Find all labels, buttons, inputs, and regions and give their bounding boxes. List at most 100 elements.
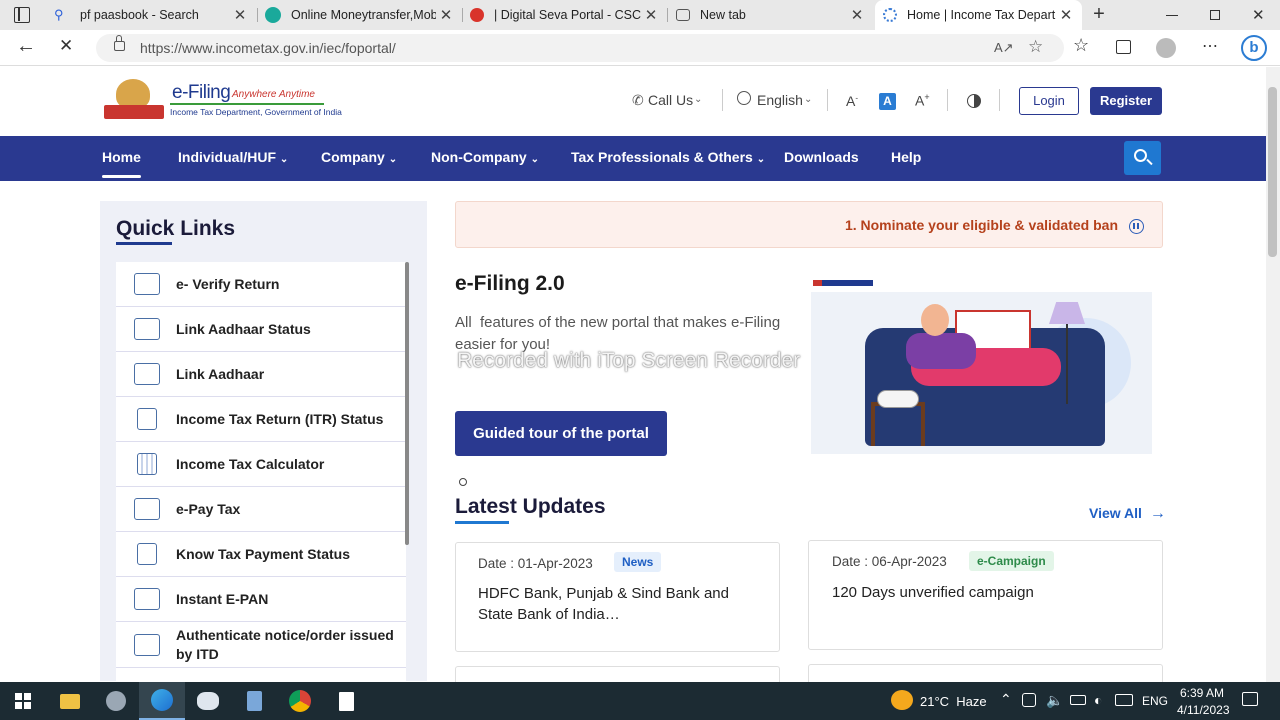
language-selector[interactable]: English [757,92,803,108]
browser-tab[interactable]: Online Moneytransfer,Mobile ✕ [257,0,462,30]
tab-actions-icon[interactable] [14,7,30,23]
calculator-icon[interactable] [231,682,277,720]
browser-tab[interactable]: New tab ✕ [668,0,873,30]
weather-icon[interactable] [891,690,913,710]
increase-font-icon[interactable]: A+ [915,92,930,109]
logo-subtitle: Income Tax Department, Government of Ind… [170,107,342,117]
hero-illustration [811,278,1152,454]
minimize-icon[interactable] [1166,15,1178,16]
battery-icon[interactable] [1070,695,1086,705]
windows-start-icon[interactable] [0,682,46,720]
search-button[interactable] [1124,141,1161,175]
bing-chat-icon[interactable]: b [1241,35,1267,61]
quick-link-label: Income Tax Return (ITR) Status [176,410,384,427]
close-tab-icon[interactable]: ✕ [436,6,456,24]
clock-time[interactable]: 6:39 AM [1180,686,1224,700]
decrease-font-icon[interactable]: A- [846,93,858,109]
ticker-text[interactable]: 1. Nominate your eligible & validated ba… [845,217,1118,233]
new-tab-button[interactable]: + [1090,4,1108,26]
nav-non-company[interactable]: Non-Company ⌄ [431,136,539,181]
update-card[interactable]: Date : 06-Apr-2023 e-Campaign 120 Days u… [808,540,1163,650]
quick-links-title: Quick Links [116,217,236,240]
normal-font-icon[interactable]: A [879,93,896,110]
quick-link-partial[interactable] [116,668,406,681]
collections-icon[interactable] [1116,40,1131,54]
close-tab-icon[interactable]: ✕ [1056,6,1076,24]
e-verify-icon [134,273,160,295]
update-card[interactable]: Date : 01-Apr-2023 News HDFC Bank, Punja… [455,542,780,652]
loading-icon [883,8,897,22]
page-scrollbar[interactable] [1266,67,1280,682]
call-us-link[interactable]: Call Us [648,92,693,108]
nav-home[interactable]: Home [102,136,141,181]
nav-individual-huf[interactable]: Individual/HUF ⌄ [178,136,288,181]
stop-loading-icon[interactable]: ✕ [59,36,73,56]
notepad-icon[interactable] [323,682,369,720]
chrome-icon[interactable] [277,682,323,720]
more-options-icon[interactable]: ⋯ [1202,36,1219,56]
browser-tab-active[interactable]: Home | Income Tax Departme ✕ [875,0,1082,30]
pan-card-icon [134,588,160,610]
network-icon[interactable] [1022,693,1036,707]
pause-icon[interactable] [1129,219,1144,234]
browser-tab[interactable]: ⚲ pf paasbook - Search ✕ [46,0,256,30]
quick-links-scrollbar[interactable] [405,262,409,545]
edge-browser-icon[interactable] [139,682,185,720]
quick-link-itr-status[interactable]: Income Tax Return (ITR) Status [116,397,406,442]
close-tab-icon[interactable]: ✕ [847,6,867,24]
back-arrow-icon[interactable]: ← [16,35,36,58]
nav-downloads[interactable]: Downloads [784,136,859,181]
notification-icon[interactable] [1242,692,1258,706]
nav-tax-professionals[interactable]: Tax Professionals & Others ⌄ [571,136,765,181]
quick-link-label: Authenticate notice/order issued by ITD [176,626,394,662]
quick-link-aadhaar[interactable]: Link Aadhaar [116,352,406,397]
register-button[interactable]: Register [1090,87,1162,115]
language-indicator[interactable]: ENG [1142,694,1168,708]
wifi-icon[interactable]: ◐ [1094,692,1102,708]
app-icon[interactable] [185,682,231,720]
illustration-cat [877,390,919,408]
view-all-link[interactable]: View All → [1089,505,1166,523]
browser-tab[interactable]: | Digital Seva Portal - CSC e-G ✕ [462,0,667,30]
keyboard-icon[interactable] [1115,694,1133,706]
url-field[interactable]: https://www.incometax.gov.in/iec/foporta… [96,34,1064,62]
quick-link-aadhaar-status[interactable]: Link Aadhaar Status [116,307,406,352]
favorites-icon[interactable]: ☆ [1073,35,1089,56]
quick-link-instant-epan[interactable]: Instant E-PAN [116,577,406,622]
browser-address-bar: ← ✕ https://www.incometax.gov.in/iec/fop… [0,30,1280,66]
clock-date[interactable]: 4/11/2023 [1177,703,1230,717]
quick-link-tax-calculator[interactable]: Income Tax Calculator [116,442,406,487]
login-button[interactable]: Login [1019,87,1079,115]
close-tab-icon[interactable]: ✕ [641,6,661,24]
quick-link-e-verify[interactable]: e- Verify Return [116,262,406,307]
quick-link-payment-status[interactable]: Know Tax Payment Status [116,532,406,577]
nav-help[interactable]: Help [891,136,921,181]
contrast-icon[interactable] [967,94,981,108]
calculator-icon [137,453,157,475]
nav-company[interactable]: Company ⌄ [321,136,397,181]
logo-underline [170,103,324,105]
quick-link-authenticate-notice[interactable]: Authenticate notice/order issued by ITD [116,622,406,668]
favorite-add-icon[interactable]: ☆ [1028,37,1043,57]
link-aadhaar-icon [134,363,160,385]
weather-text[interactable]: 21°C Haze [920,694,987,709]
restore-icon[interactable] [1210,10,1220,20]
read-aloud-icon[interactable]: A↗ [994,40,1014,56]
chevron-up-icon[interactable]: ⌃ [1000,691,1012,708]
title-underline [455,521,509,524]
tab-title: | Digital Seva Portal - CSC e-G [494,8,641,22]
profile-avatar[interactable] [1156,38,1176,58]
guided-tour-button[interactable]: Guided tour of the portal [455,411,667,456]
update-date: Date : 06-Apr-2023 [832,554,947,569]
quick-link-label: Link Aadhaar [176,365,265,382]
carousel-dot[interactable] [459,478,467,486]
file-explorer-icon[interactable] [47,682,93,720]
tab-title: Online Moneytransfer,Mobile [291,8,436,22]
speaker-icon[interactable]: 🔈 [1046,692,1063,709]
emblem-logo-icon[interactable] [104,79,166,123]
mini-logo [813,280,873,286]
app-icon[interactable] [93,682,139,720]
quick-link-e-pay-tax[interactable]: e-Pay Tax [116,487,406,532]
close-tab-icon[interactable]: ✕ [230,6,250,24]
close-window-icon[interactable]: ✕ [1252,6,1265,24]
